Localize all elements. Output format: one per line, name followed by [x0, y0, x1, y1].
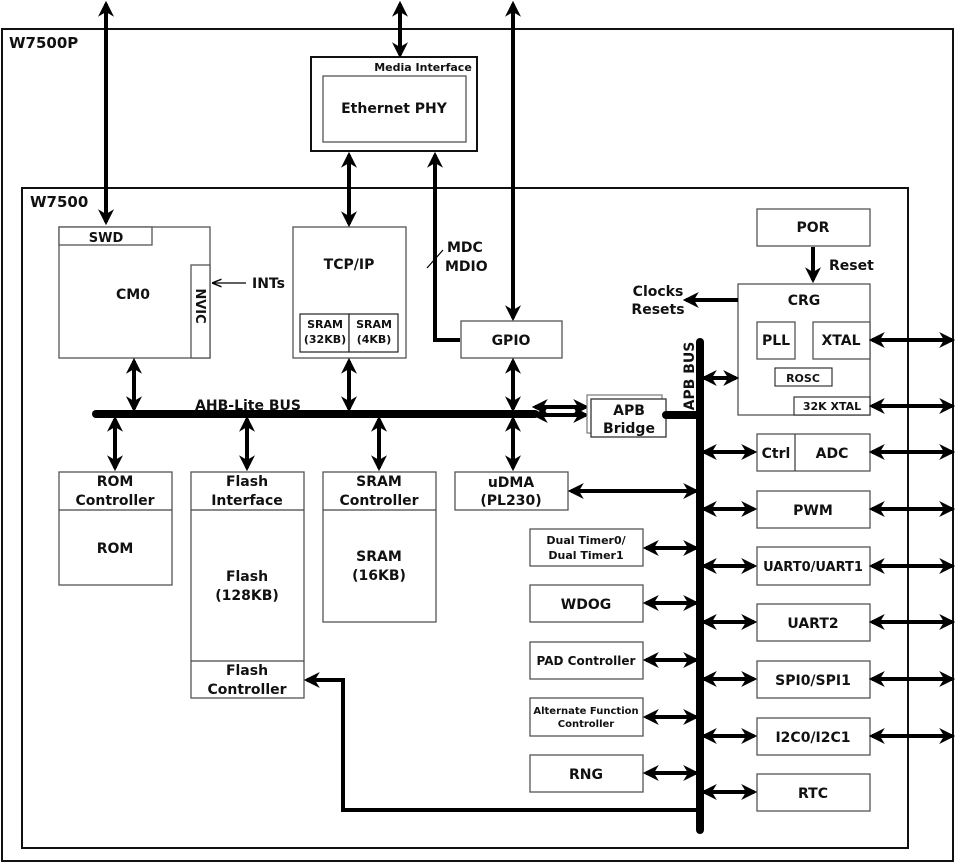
wdog-block: WDOG [529, 584, 644, 623]
rom-ctrl-line1: ROM [97, 474, 134, 490]
pwm-block: PWM [756, 490, 871, 529]
cm0-label: CM0 [116, 287, 150, 303]
spi-block: SPI0/SPI1 [756, 660, 871, 699]
ints-label: INTs [252, 276, 285, 292]
pwm-label: PWM [793, 503, 833, 519]
flash-ctrl-line1: Flash [226, 663, 268, 679]
apb-bridge-line2: Bridge [603, 421, 655, 437]
w7500p-label: W7500P [9, 34, 78, 52]
i2c-label: I2C0/I2C1 [775, 730, 850, 746]
pll-label: PLL [762, 333, 790, 349]
alt-function-line2: Controller [558, 719, 615, 730]
por-label: POR [797, 220, 830, 236]
mdc-label: MDC [447, 240, 483, 256]
ethernet-phy-label: Ethernet PHY [341, 101, 448, 117]
rom-label: ROM [97, 541, 134, 557]
sram-block: SRAM Controller SRAM (16KB) [322, 471, 437, 623]
flash-mem-line2: (128KB) [215, 588, 279, 604]
xtal-label: XTAL [821, 333, 860, 349]
i2c-block: I2C0/I2C1 [756, 717, 871, 756]
uart01-label: UART0/UART1 [763, 560, 863, 575]
gpio-label: GPIO [492, 333, 531, 349]
tcpip-label: TCP/IP [324, 257, 375, 273]
clocks-label: Clocks [633, 284, 684, 300]
crg-label: CRG [788, 293, 821, 309]
adc-block: Ctrl ADC [756, 433, 871, 472]
rng-block: RNG [529, 754, 644, 793]
tcpip-block: TCP/IP SRAM (32KB) SRAM (4KB) [292, 226, 407, 359]
tcpip-sram-a-line1: SRAM [307, 318, 343, 331]
swd-label: SWD [89, 231, 124, 246]
flash-iface-line2: Interface [211, 493, 283, 509]
spi-label: SPI0/SPI1 [775, 673, 851, 689]
pad-controller-block: PAD Controller [529, 641, 644, 680]
dual-timer-line1: Dual Timer0/ [546, 534, 626, 547]
media-interface-block: Media Interface Ethernet PHY [310, 56, 478, 152]
apb-bridge-block: APB Bridge [586, 394, 667, 438]
media-interface-label: Media Interface [374, 61, 472, 74]
apb-bridge-line1: APB [613, 403, 645, 419]
cm0-block: SWD CM0 NVIC [58, 226, 211, 359]
flash-iface-line1: Flash [226, 474, 268, 490]
rtc-label: RTC [798, 786, 828, 802]
crg-block: CRG PLL XTAL ROSC 32K XTAL [737, 283, 871, 416]
xtal32k-label: 32K XTAL [803, 400, 861, 413]
flash-block: Flash Interface Flash (128KB) Flash Cont… [190, 471, 305, 699]
uart2-block: UART2 [756, 603, 871, 642]
rom-block: ROM Controller ROM [58, 471, 173, 586]
resets-label: Resets [631, 302, 684, 318]
alt-function-block: Alternate Function Controller [529, 697, 644, 737]
dual-timer-block: Dual Timer0/ Dual Timer1 [529, 528, 644, 567]
flash-mem-line1: Flash [226, 569, 268, 585]
udma-line1: uDMA [488, 475, 535, 491]
tcpip-sram-b-line2: (4KB) [357, 333, 392, 346]
apb-bus-label: APB BUS [682, 342, 698, 411]
rosc-label: ROSC [786, 372, 820, 385]
mdio-label: MDIO [445, 259, 488, 275]
adc-ctrl-label: Ctrl [762, 446, 791, 462]
uart2-label: UART2 [787, 616, 838, 632]
adc-label: ADC [816, 446, 849, 462]
uart01-block: UART0/UART1 [756, 546, 871, 586]
nvic-label: NVIC [192, 288, 207, 323]
alt-function-line1: Alternate Function [533, 706, 638, 717]
sram-mem-line1: SRAM [356, 549, 402, 565]
udma-line2: (PL230) [480, 493, 541, 509]
flash-ctrl-line2: Controller [207, 682, 286, 698]
rng-label: RNG [569, 767, 603, 783]
sram-ctrl-line1: SRAM [356, 474, 402, 490]
udma-block: uDMA (PL230) [454, 471, 569, 511]
tcpip-sram-b-line1: SRAM [356, 318, 392, 331]
ahb-bus-label: AHB-Lite BUS [195, 398, 301, 414]
reset-label: Reset [829, 258, 874, 274]
rom-ctrl-line2: Controller [75, 493, 154, 509]
sram-mem-line2: (16KB) [352, 568, 406, 584]
tcpip-sram-a-line2: (32KB) [304, 333, 346, 346]
rtc-block: RTC [756, 773, 871, 812]
dual-timer-line2: Dual Timer1 [548, 549, 623, 562]
w7500p-block-diagram: W7500P W7500 Media Interface Ethernet PH… [1, 0, 956, 862]
sram-ctrl-line2: Controller [339, 493, 418, 509]
wdog-label: WDOG [561, 597, 611, 613]
pad-controller-label: PAD Controller [537, 654, 636, 668]
w7500-label: W7500 [30, 193, 88, 211]
